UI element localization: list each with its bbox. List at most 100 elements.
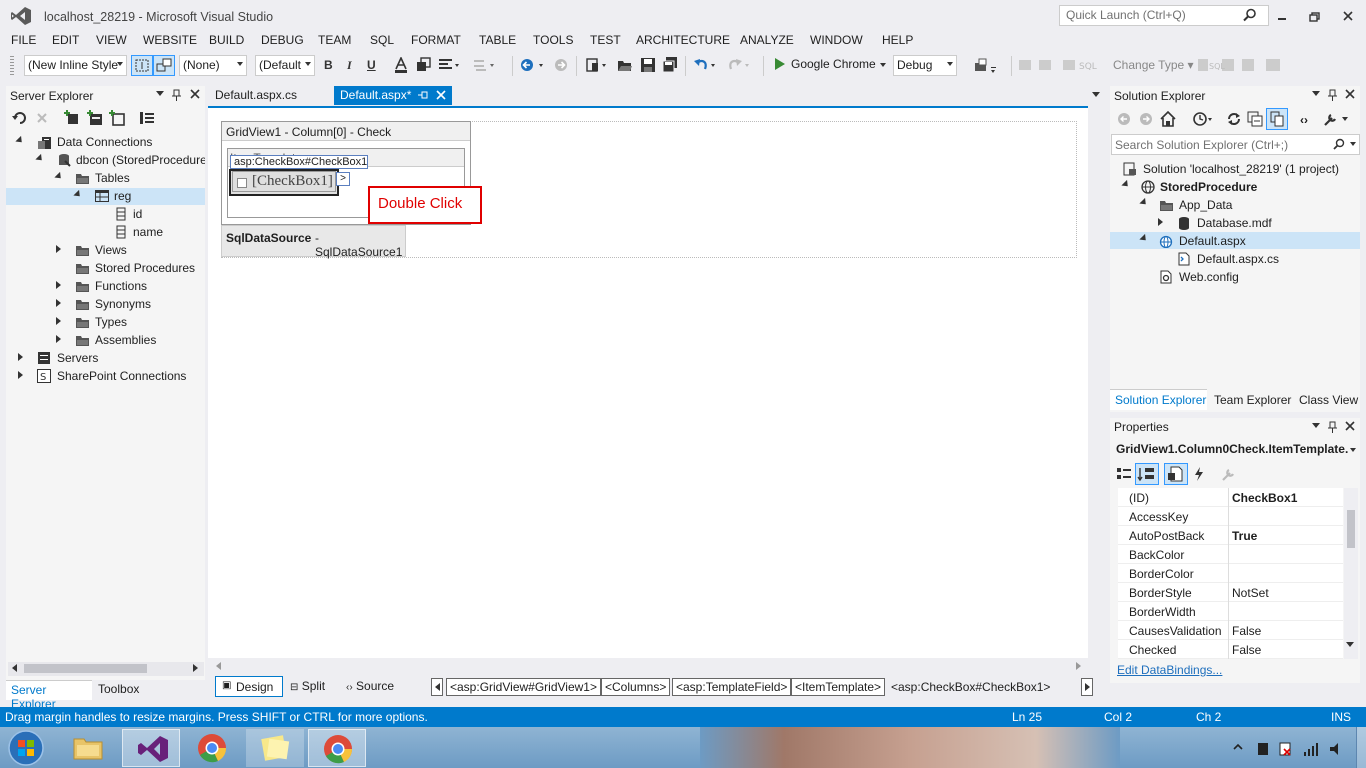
sync-icon[interactable]: [1226, 111, 1242, 127]
collapsed-arrow-icon[interactable]: [18, 353, 23, 361]
menu-tools[interactable]: TOOLS: [533, 33, 573, 47]
property-row[interactable]: Checked False: [1118, 640, 1343, 659]
connect-to-server-icon[interactable]: [87, 110, 103, 126]
chevron-down-icon[interactable]: [1350, 448, 1356, 452]
tree-item-sharepoint[interactable]: SharePoint Connections: [57, 369, 186, 383]
refresh-icon[interactable]: [12, 110, 28, 126]
categorized-icon[interactable]: [1116, 466, 1132, 482]
pin-icon[interactable]: [172, 89, 182, 101]
breadcrumb-right-button[interactable]: [1081, 678, 1093, 696]
home-icon[interactable]: [1160, 111, 1176, 127]
menu-window[interactable]: WINDOW: [810, 33, 863, 47]
tree-item-default-aspx-cs[interactable]: Default.aspx.cs: [1197, 252, 1279, 266]
scroll-down-icon[interactable]: [1346, 642, 1354, 647]
expanded-arrow-icon[interactable]: [1139, 197, 1149, 208]
tree-item-tables[interactable]: Tables: [95, 171, 130, 185]
pin-icon[interactable]: [1328, 89, 1338, 101]
wrench-icon[interactable]: [1323, 111, 1339, 127]
properties-icon[interactable]: [139, 110, 155, 126]
expanded-arrow-icon[interactable]: [35, 153, 45, 164]
menu-edit[interactable]: EDIT: [52, 33, 79, 47]
close-icon[interactable]: [1345, 421, 1355, 431]
highlight-icon[interactable]: [415, 57, 431, 73]
collapse-all-icon[interactable]: [1247, 111, 1263, 127]
view-code-icon[interactable]: ‹›: [1300, 113, 1308, 127]
tab-class-view[interactable]: Class View: [1299, 393, 1358, 407]
toolbar-grip[interactable]: [10, 56, 14, 76]
show-desktop-button[interactable]: [1356, 727, 1366, 768]
close-icon[interactable]: [1345, 89, 1355, 99]
stop-icon[interactable]: [36, 112, 48, 124]
tree-item-project[interactable]: StoredProcedure: [1160, 180, 1257, 194]
solution-search-input[interactable]: Search Solution Explorer (Ctrl+;): [1111, 134, 1360, 155]
menu-analyze[interactable]: ANALYZE: [740, 33, 794, 47]
close-icon[interactable]: [190, 89, 200, 99]
chevron-down-icon[interactable]: [1350, 142, 1356, 146]
expanded-arrow-icon[interactable]: [54, 171, 64, 182]
property-row[interactable]: BorderStyle NotSet: [1118, 583, 1343, 602]
tree-item-default-aspx[interactable]: Default.aspx: [1179, 234, 1246, 248]
tree-item-web-config[interactable]: Web.config: [1179, 270, 1239, 284]
collapsed-arrow-icon[interactable]: [56, 245, 61, 253]
quick-launch-input[interactable]: Quick Launch (Ctrl+Q): [1059, 5, 1269, 26]
collapsed-arrow-icon[interactable]: [1158, 218, 1163, 226]
sqldatasource-control[interactable]: SqlDataSource - SqlDataSource1: [221, 225, 406, 259]
chrome-taskbar-button[interactable]: [308, 729, 366, 767]
collapsed-arrow-icon[interactable]: [56, 335, 61, 343]
tab-solution-explorer[interactable]: Solution Explorer: [1110, 389, 1207, 410]
scroll-right-icon[interactable]: [193, 664, 198, 672]
italic-button[interactable]: I: [347, 58, 352, 73]
property-row[interactable]: AutoPostBack True: [1118, 526, 1343, 545]
tab-server-explorer[interactable]: Server Explorer: [6, 680, 92, 711]
search-icon[interactable]: [1243, 8, 1257, 22]
bullets-icon[interactable]: [473, 57, 494, 73]
tab-default-aspx-cs[interactable]: Default.aspx.cs: [209, 86, 303, 105]
pin-icon[interactable]: [1328, 421, 1338, 433]
scroll-right-icon[interactable]: [1076, 662, 1081, 670]
new-style-button[interactable]: [131, 55, 153, 76]
menu-test[interactable]: TEST: [590, 33, 621, 47]
tree-item-solution[interactable]: Solution 'localhost_28219' (1 project): [1143, 162, 1339, 176]
tree-item-stored-procedures[interactable]: Stored Procedures: [95, 261, 195, 275]
target-rule-combo[interactable]: (None): [179, 55, 247, 76]
chevron-down-icon[interactable]: [880, 63, 886, 67]
menu-format[interactable]: FORMAT: [411, 33, 461, 47]
breadcrumb-checkbox[interactable]: <asp:CheckBox#CheckBox1>: [891, 680, 1050, 694]
expanded-arrow-icon[interactable]: [1139, 233, 1149, 244]
smart-tag-button[interactable]: >: [336, 172, 350, 186]
minimize-button[interactable]: [1271, 7, 1293, 25]
menu-table[interactable]: TABLE: [479, 33, 516, 47]
menu-website[interactable]: WEBSITE: [143, 33, 197, 47]
tree-item-views[interactable]: Views: [95, 243, 127, 257]
property-row[interactable]: AccessKey: [1118, 507, 1343, 526]
menu-view[interactable]: VIEW: [96, 33, 127, 47]
menu-file[interactable]: FILE: [11, 33, 36, 47]
scroll-left-icon[interactable]: [12, 664, 17, 672]
tree-item-data-connections[interactable]: Data Connections: [57, 135, 152, 149]
editor-horizontal-scrollbar[interactable]: [210, 659, 1086, 673]
property-row[interactable]: (ID) CheckBox1: [1118, 488, 1343, 507]
menu-help[interactable]: HELP: [882, 33, 913, 47]
tab-default-aspx[interactable]: Default.aspx*: [334, 86, 452, 105]
chrome-taskbar-icon[interactable]: [192, 729, 232, 767]
collapsed-arrow-icon[interactable]: [18, 371, 23, 379]
tree-item-servers[interactable]: Servers: [57, 351, 98, 365]
visual-studio-taskbar-button[interactable]: [122, 729, 180, 767]
property-row[interactable]: CausesValidation False: [1118, 621, 1343, 640]
start-button[interactable]: [7, 729, 45, 767]
property-pages-icon[interactable]: [1221, 466, 1237, 482]
tree-item-app-data[interactable]: App_Data: [1179, 198, 1232, 212]
tree-item-id[interactable]: id: [133, 207, 142, 221]
show-all-files-button[interactable]: [1266, 108, 1288, 130]
tree-item-dbcon[interactable]: dbcon (StoredProcedure: [76, 153, 205, 167]
new-project-icon[interactable]: [585, 57, 606, 73]
properties-object-selector[interactable]: GridView1.Column0Check.ItemTemplate.: [1116, 442, 1349, 456]
attach-style-button[interactable]: [153, 55, 175, 76]
edit-databindings-link[interactable]: Edit DataBindings...: [1117, 663, 1222, 677]
collapsed-arrow-icon[interactable]: [56, 317, 61, 325]
panel-menu-icon[interactable]: [156, 91, 164, 96]
scrollbar-thumb[interactable]: [24, 664, 147, 673]
tree-item-database-mdf[interactable]: Database.mdf: [1197, 216, 1272, 230]
vertical-scrollbar[interactable]: [1089, 106, 1104, 658]
menu-debug[interactable]: DEBUG: [261, 33, 304, 47]
